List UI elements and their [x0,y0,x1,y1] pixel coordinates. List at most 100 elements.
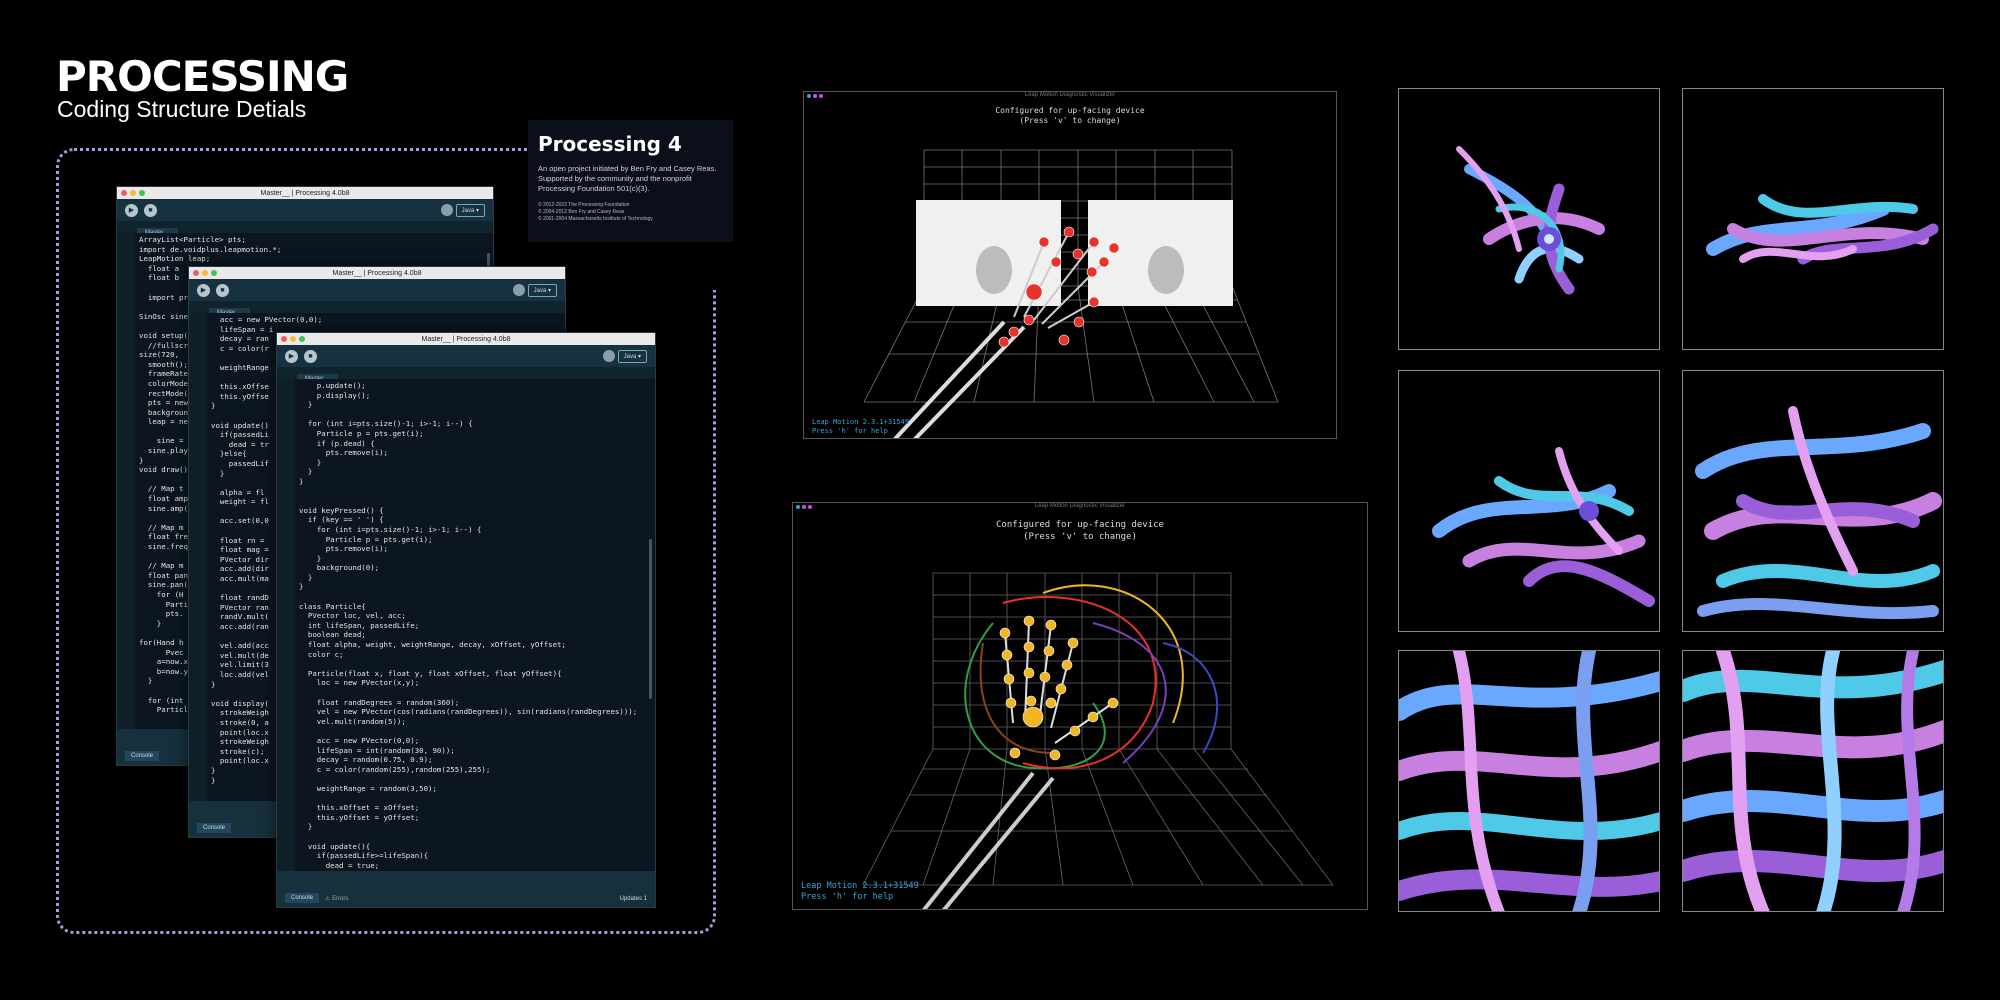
code-line[interactable]: Particle p = pts.get(i); [299,535,651,545]
code-line[interactable]: p.update(); [299,381,651,391]
particle-artwork [1706,194,1939,265]
code-line[interactable]: pts.remove(i); [299,448,651,458]
code-line[interactable] [299,487,651,497]
code-text[interactable]: p.update(); p.display(); } for (int i=pt… [299,381,651,871]
splash-copyright: © 2012-2022 The Processing Foundation © … [538,202,723,223]
window-titlebar[interactable]: Master__ | Processing 4.0b8 [277,333,655,345]
stop-button[interactable]: ■ [144,203,157,217]
leap-visualizer-top[interactable]: Leap Motion Diagnostic Visualizer Leap M… [803,91,1337,439]
line-gutter [189,313,207,801]
art-tile-4 [1682,370,1944,632]
art-tile-2 [1682,88,1944,350]
line-gutter [117,233,135,729]
run-button[interactable]: ▶ [125,203,138,217]
code-line[interactable]: for (int i=pts.size()-1; i>-1; i--) { [299,525,651,535]
code-line[interactable]: dead = true; [299,861,651,871]
code-line[interactable] [299,774,651,784]
code-line[interactable]: import de.voidplus.leapmotion.*; [139,245,489,255]
code-line[interactable] [299,659,651,669]
code-line[interactable]: lifeSpan = int(random(30, 90)); [299,746,651,756]
code-line[interactable] [299,688,651,698]
code-line[interactable]: this.yOffset = yOffset; [299,813,651,823]
debug-icon[interactable] [513,284,525,296]
stop-button[interactable]: ■ [216,283,229,297]
console-tab[interactable]: Console [125,751,160,761]
code-line[interactable]: this.xOffset = xOffset; [299,803,651,813]
particle-artwork [1432,447,1655,607]
code-line[interactable]: color c; [299,650,651,660]
code-line[interactable]: } [299,477,651,487]
code-line[interactable]: decay = random(0.75, 0.9); [299,755,651,765]
code-line[interactable]: background(0); [299,563,651,573]
code-line[interactable]: if (p.dead) { [299,439,651,449]
code-line[interactable]: float alpha, weight, weightRange, decay,… [299,640,651,650]
code-line[interactable]: c = color(random(255),random(255),255); [299,765,651,775]
code-line[interactable]: vel.mult(random(5)); [299,717,651,727]
debug-icon[interactable] [603,350,615,362]
run-button[interactable]: ▶ [197,283,210,297]
mode-selector[interactable]: Java ▾ [527,284,557,297]
hand-tracking-scene: Leap Motion 2.3.1+31549 Press 'h' for he… [812,149,1279,438]
mode-selector[interactable]: Java ▾ [455,204,485,217]
code-line[interactable]: } [299,573,651,583]
art-tile-3 [1398,370,1660,632]
code-line[interactable]: ArrayList<Particle> pts; [139,235,489,245]
updates-label: Updates [619,896,642,902]
code-line[interactable]: } [299,400,651,410]
code-line[interactable]: class Particle{ [299,602,651,612]
run-button[interactable]: ▶ [285,349,298,363]
code-line[interactable]: LeapMotion leap; [139,254,489,264]
code-line[interactable]: PVector loc, vel, acc; [299,611,651,621]
window-titlebar[interactable]: Master__ | Processing 4.0b8 [189,267,565,279]
console-tab[interactable]: Console [285,893,320,903]
finger-trails [964,584,1219,770]
code-line[interactable] [299,832,651,842]
mode-selector[interactable]: Java ▾ [617,350,647,363]
code-line[interactable] [299,794,651,804]
debug-icon[interactable] [441,204,453,216]
code-line[interactable]: acc = new PVector(0,0); [299,736,651,746]
code-line[interactable]: acc = new PVector(0,0); [211,315,561,325]
window-titlebar[interactable]: Master__ | Processing 4.0b8 [117,187,493,199]
errors-tab[interactable]: ⚠ Errors [325,895,348,902]
stop-button[interactable]: ■ [304,349,317,363]
leap-visualizer-bottom[interactable]: Leap Motion Diagnostic Visualizer Config… [792,502,1368,910]
code-line[interactable]: loc = new PVector(x,y); [299,678,651,688]
hand-shadow-right [1148,246,1184,294]
code-line[interactable]: for (int i=pts.size()-1; i>-1; i--) { [299,419,651,429]
code-line[interactable]: Particle(float x, float y, float xOffset… [299,669,651,679]
particle-artwork [1683,651,1943,911]
code-line[interactable]: } [299,554,651,564]
code-line[interactable]: if (key == ' ') { [299,515,651,525]
code-line[interactable] [299,592,651,602]
code-line[interactable]: if(passedLife>=lifeSpan){ [299,851,651,861]
code-line[interactable]: } [299,458,651,468]
config-message: Configured for up-facing device (Press '… [804,106,1336,126]
code-line[interactable]: int lifeSpan, passedLife; [299,621,651,631]
code-line[interactable]: boolean dead; [299,630,651,640]
config-message: Configured for up-facing device (Press '… [793,519,1367,543]
code-line[interactable]: } [299,582,651,592]
status-version: Leap Motion 2.3.1+31549 [801,881,919,891]
code-line[interactable]: } [299,467,651,477]
status-version: Leap Motion 2.3.1+31549 [812,418,909,426]
code-line[interactable]: pts.remove(i); [299,544,651,554]
code-line[interactable]: } [299,822,651,832]
code-line[interactable]: float randDegrees = random(360); [299,698,651,708]
ide-window-3[interactable]: Master__ | Processing 4.0b8 ▶ ■ Java ▾ M… [276,332,656,908]
grid-back [932,572,1232,750]
code-line[interactable]: weightRange = random(3,50); [299,784,651,794]
code-line[interactable]: void keyPressed() { [299,506,651,516]
code-line[interactable] [299,726,651,736]
code-line[interactable]: void update(){ [299,842,651,852]
editor-scrollbar[interactable] [649,539,652,699]
code-line[interactable]: Particle p = pts.get(i); [299,429,651,439]
code-line[interactable]: vel = new PVector(cos(radians(randDegree… [299,707,651,717]
code-line[interactable] [299,496,651,506]
grid-floor [862,748,1334,886]
code-editor[interactable]: p.update(); p.display(); } for (int i=pt… [277,379,655,871]
updates-indicator[interactable]: Updates 1 [620,896,647,902]
code-line[interactable]: p.display(); [299,391,651,401]
code-line[interactable] [299,410,651,420]
console-tab[interactable]: Console [197,823,232,833]
